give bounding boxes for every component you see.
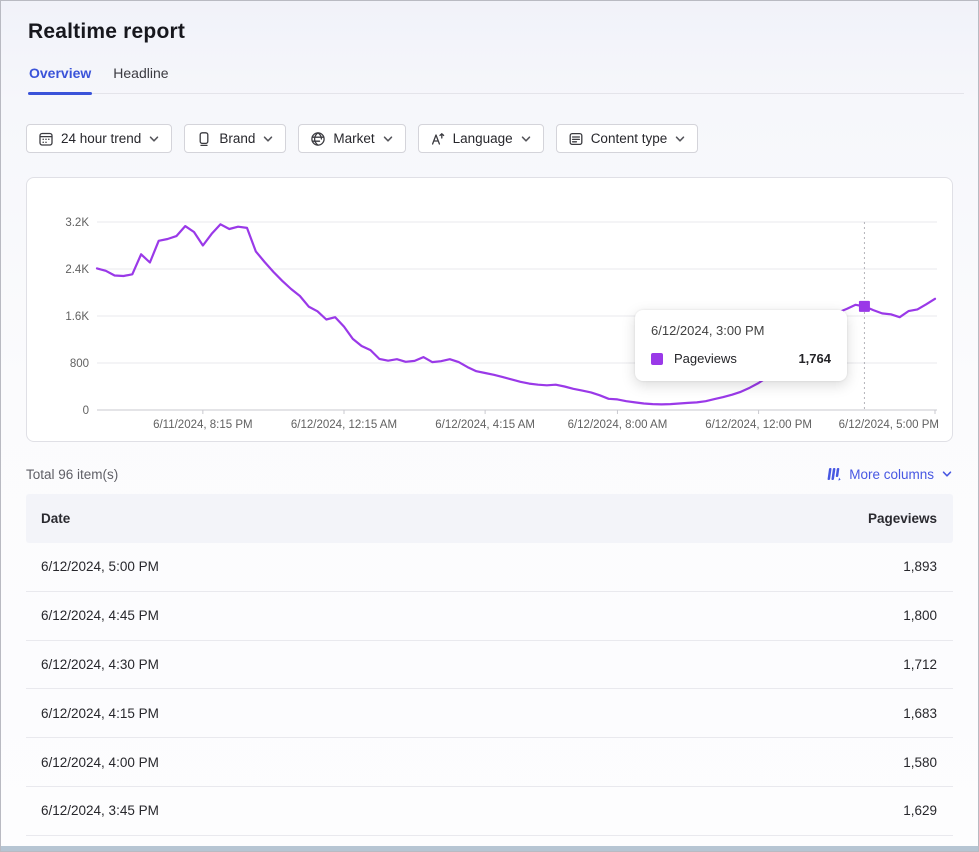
row-pageviews-cell: 1,683 [903,706,937,721]
total-items-text: Total 96 item(s) [26,467,118,482]
row-pageviews-cell: 1,629 [903,803,937,818]
table-row: 6/12/2024, 4:30 PM 1,712 [26,641,953,690]
filter-label: 24 hour trend [61,131,141,146]
filter-bar: 24 hour trend Brand Market [26,124,978,153]
filter-language[interactable]: Language [418,124,544,153]
column-header-date: Date [41,511,70,526]
tab-bar: Overview Headline [28,65,964,94]
filter-24-hour-trend[interactable]: 24 hour trend [26,124,172,153]
table-body: 6/12/2024, 5:00 PM 1,893 6/12/2024, 4:45… [26,543,953,836]
chevron-down-icon [520,133,532,145]
pageviews-chart-card: 0 800 1.6K 2.4K 3.2K 6/11/2024, 8:15 PM 6/12/2… [26,177,953,442]
chevron-down-icon [148,133,160,145]
filter-label: Brand [219,131,255,146]
filter-label: Language [453,131,513,146]
svg-text:6/12/2024, 8:00 AM: 6/12/2024, 8:00 AM [568,419,668,431]
tab-headline[interactable]: Headline [112,65,169,93]
chevron-down-icon [262,133,274,145]
filter-brand[interactable]: Brand [184,124,286,153]
window-bottom-edge [1,846,978,851]
globe-icon [310,131,326,147]
svg-text:800: 800 [70,358,89,370]
more-columns-button[interactable]: More columns [826,466,953,482]
row-pageviews-cell: 1,800 [903,608,937,623]
svg-text:6/11/2024, 8:15 PM: 6/11/2024, 8:15 PM [153,419,253,431]
svg-text:6/12/2024, 4:15 AM: 6/12/2024, 4:15 AM [435,419,535,431]
filter-label: Market [333,131,374,146]
page-title: Realtime report [28,20,978,44]
row-pageviews-cell: 1,893 [903,559,937,574]
table-row: 6/12/2024, 3:45 PM 1,629 [26,787,953,836]
brand-icon [196,131,212,147]
row-pageviews-cell: 1,580 [903,755,937,770]
svg-text:6/12/2024, 5:00 PM: 6/12/2024, 5:00 PM [839,419,939,431]
row-pageviews-cell: 1,712 [903,657,937,672]
calendar-icon [38,131,54,147]
row-date-cell: 6/12/2024, 4:30 PM [41,657,159,672]
tab-overview[interactable]: Overview [28,65,92,93]
pageviews-series-swatch [651,353,663,365]
chart-tooltip: 6/12/2024, 3:00 PM Pageviews 1,764 [635,310,847,381]
svg-text:6/12/2024, 12:00 PM: 6/12/2024, 12:00 PM [705,419,812,431]
row-date-cell: 6/12/2024, 5:00 PM [41,559,159,574]
svg-text:1.6K: 1.6K [65,311,89,323]
tooltip-series-label: Pageviews [674,351,737,366]
table-meta-bar: Total 96 item(s) More columns [26,466,953,482]
chevron-down-icon [382,133,394,145]
column-edit-icon [826,466,842,482]
translate-icon [430,131,446,147]
chevron-down-icon [941,468,953,480]
table-row: 6/12/2024, 4:45 PM 1,800 [26,592,953,641]
tooltip-date: 6/12/2024, 3:00 PM [651,323,831,338]
row-date-cell: 6/12/2024, 3:45 PM [41,803,159,818]
table-row: 6/12/2024, 4:00 PM 1,580 [26,738,953,787]
tooltip-series-row: Pageviews 1,764 [651,351,831,366]
table-row: 6/12/2024, 5:00 PM 1,893 [26,543,953,592]
row-date-cell: 6/12/2024, 4:15 PM [41,706,159,721]
filter-market[interactable]: Market [298,124,405,153]
filter-content-type[interactable]: Content type [556,124,699,153]
tooltip-series-value: 1,764 [798,351,831,366]
row-date-cell: 6/12/2024, 4:00 PM [41,755,159,770]
svg-text:3.2K: 3.2K [65,217,89,229]
content-type-icon [568,131,584,147]
chevron-down-icon [674,133,686,145]
svg-text:0: 0 [83,405,89,417]
more-columns-label: More columns [849,467,934,482]
pageviews-table: Date Pageviews 6/12/2024, 5:00 PM 1,893 … [26,494,953,836]
row-date-cell: 6/12/2024, 4:45 PM [41,608,159,623]
svg-text:2.4K: 2.4K [65,264,89,276]
realtime-report-window: Realtime report Overview Headline 24 hou… [0,0,979,852]
column-header-pageviews: Pageviews [868,511,937,526]
table-row: 6/12/2024, 4:15 PM 1,683 [26,689,953,738]
table-header-row: Date Pageviews [26,494,953,543]
filter-label: Content type [591,131,668,146]
svg-text:6/12/2024, 12:15 AM: 6/12/2024, 12:15 AM [291,419,397,431]
